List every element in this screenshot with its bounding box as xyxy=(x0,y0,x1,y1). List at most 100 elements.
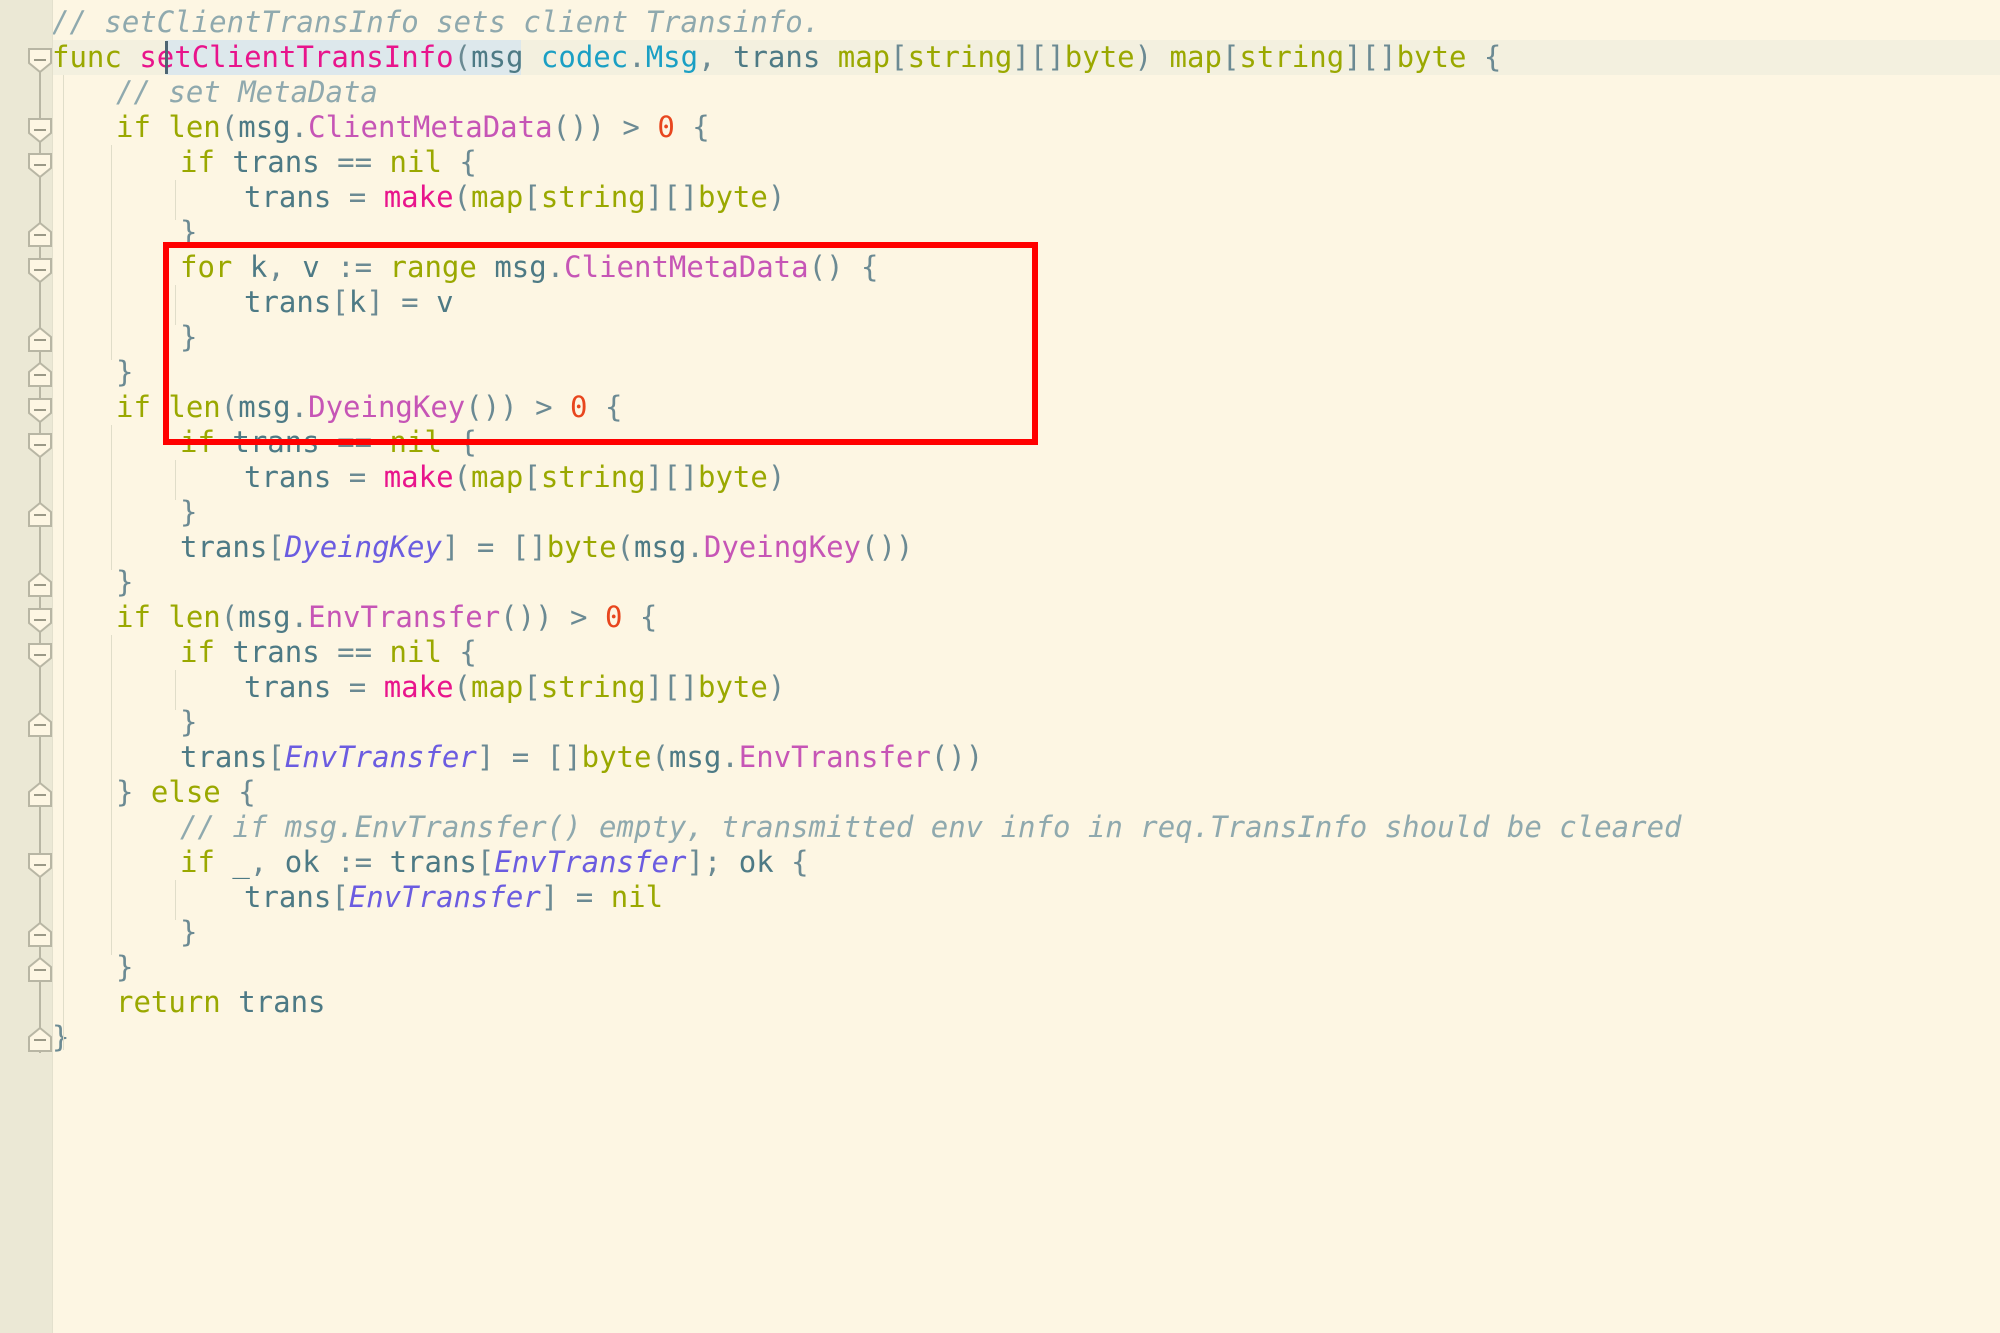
code-token: nil xyxy=(610,880,664,914)
code-token: ( xyxy=(616,530,634,564)
fold-start-icon[interactable] xyxy=(27,117,53,143)
fold-start-icon[interactable] xyxy=(27,852,53,878)
code-line[interactable]: trans = make(map[string][]byte) xyxy=(244,460,785,495)
code-token: ) xyxy=(767,460,786,494)
code-line[interactable]: if len(msg.DyeingKey()) > 0 { xyxy=(116,390,622,425)
code-token: . xyxy=(546,250,565,284)
code-line[interactable]: trans[DyeingKey] = []byte(msg.DyeingKey(… xyxy=(180,530,913,565)
code-token: nil xyxy=(389,425,442,459)
code-token: len xyxy=(168,390,221,424)
code-line[interactable]: } xyxy=(52,1020,69,1055)
code-line[interactable]: } xyxy=(180,215,197,250)
code-token: DyeingKey xyxy=(703,530,861,564)
fold-end-icon[interactable] xyxy=(27,957,53,983)
code-token: ( xyxy=(220,600,239,634)
fold-start-icon[interactable] xyxy=(27,397,53,423)
code-token: DyeingKey xyxy=(284,530,442,564)
fold-end-icon[interactable] xyxy=(27,922,53,948)
code-token: ] = [] xyxy=(476,740,582,774)
code-line[interactable]: } xyxy=(116,565,133,600)
code-line[interactable]: // if msg.EnvTransfer() empty, transmitt… xyxy=(180,810,1682,845)
fold-end-icon[interactable] xyxy=(27,712,53,738)
indent-guide xyxy=(111,425,112,570)
code-token: ][] xyxy=(645,670,699,704)
code-token: trans xyxy=(244,460,349,494)
code-line[interactable]: if len(msg.EnvTransfer()) > 0 { xyxy=(116,600,657,635)
fold-start-icon[interactable] xyxy=(27,257,53,283)
code-line[interactable]: // setClientTransInfo sets client Transi… xyxy=(52,5,820,40)
code-token: ) xyxy=(767,670,786,704)
code-line[interactable]: } xyxy=(116,950,133,985)
code-line[interactable]: func setClientTransInfo(msg codec.Msg, t… xyxy=(52,40,1501,75)
indent-guide xyxy=(175,285,176,325)
code-token: len xyxy=(168,600,221,634)
fold-spine-line xyxy=(39,53,41,1053)
code-token: := xyxy=(337,845,390,879)
code-line[interactable]: trans = make(map[string][]byte) xyxy=(244,670,785,705)
code-line[interactable]: trans[k] = v xyxy=(244,285,454,320)
code-token: { xyxy=(441,635,477,669)
code-line[interactable]: trans = make(map[string][]byte) xyxy=(244,180,785,215)
code-line[interactable]: } xyxy=(180,320,197,355)
code-line[interactable]: if len(msg.ClientMetaData()) > 0 { xyxy=(116,110,710,145)
code-token: if xyxy=(116,600,169,634)
fold-end-icon[interactable] xyxy=(27,572,53,598)
fold-start-icon[interactable] xyxy=(27,642,53,668)
code-token: 0 xyxy=(657,110,675,144)
code-token: [ xyxy=(890,40,908,74)
fold-end-icon[interactable] xyxy=(27,782,53,808)
fold-start-icon[interactable] xyxy=(27,47,53,73)
code-token: , xyxy=(249,845,285,879)
code-token: map xyxy=(471,460,524,494)
code-token: { xyxy=(441,425,477,459)
code-token: if xyxy=(116,110,169,144)
code-line[interactable]: // set MetaData xyxy=(116,75,378,110)
code-token: trans xyxy=(244,880,332,914)
code-token: { xyxy=(587,390,623,424)
code-token: make xyxy=(383,180,454,214)
code-token: 0 xyxy=(604,600,623,634)
code-token: [ xyxy=(523,460,541,494)
code-token: if xyxy=(180,145,233,179)
code-text-surface[interactable]: // setClientTransInfo sets client Transi… xyxy=(52,0,2000,1333)
indent-guide xyxy=(175,670,176,710)
fold-start-icon[interactable] xyxy=(27,432,53,458)
code-line[interactable]: } else { xyxy=(116,775,256,810)
code-token: DyeingKey xyxy=(308,390,466,424)
code-token: EnvTransfer xyxy=(348,880,541,914)
code-line[interactable]: trans[EnvTransfer] = []byte(msg.EnvTrans… xyxy=(180,740,983,775)
code-line[interactable]: return trans xyxy=(116,985,326,1020)
fold-end-icon[interactable] xyxy=(27,1027,53,1053)
code-token: ] = xyxy=(366,285,437,319)
code-token: trans xyxy=(232,145,338,179)
code-token: string xyxy=(540,460,646,494)
fold-end-icon[interactable] xyxy=(27,222,53,248)
code-line[interactable]: } xyxy=(180,705,197,740)
code-token: ( xyxy=(453,180,471,214)
indent-guide xyxy=(63,75,64,1050)
code-token: trans xyxy=(733,40,838,74)
code-token: byte xyxy=(1064,40,1135,74)
code-token: [ xyxy=(331,880,349,914)
code-line[interactable]: if trans == nil { xyxy=(180,145,477,180)
code-editor[interactable]: // setClientTransInfo sets client Transi… xyxy=(0,0,2000,1333)
code-line[interactable]: } xyxy=(116,355,133,390)
fold-end-icon[interactable] xyxy=(27,327,53,353)
code-token: . xyxy=(721,740,739,774)
code-line[interactable]: } xyxy=(180,495,197,530)
fold-end-icon[interactable] xyxy=(27,502,53,528)
code-line[interactable]: if trans == nil { xyxy=(180,425,477,460)
code-token: ( xyxy=(220,390,239,424)
code-line[interactable]: if trans == nil { xyxy=(180,635,477,670)
code-line[interactable]: } xyxy=(180,915,197,950)
code-token: msg xyxy=(238,110,291,144)
fold-start-icon[interactable] xyxy=(27,152,53,178)
fold-start-icon[interactable] xyxy=(27,607,53,633)
code-token: , xyxy=(698,40,733,74)
code-token: string xyxy=(540,670,646,704)
code-line[interactable]: if _, ok := trans[EnvTransfer]; ok { xyxy=(180,845,809,880)
code-line[interactable]: for k, v := range msg.ClientMetaData() { xyxy=(180,250,878,285)
code-line[interactable]: trans[EnvTransfer] = nil xyxy=(244,880,663,915)
fold-end-icon[interactable] xyxy=(27,362,53,388)
code-token: trans xyxy=(244,285,332,319)
